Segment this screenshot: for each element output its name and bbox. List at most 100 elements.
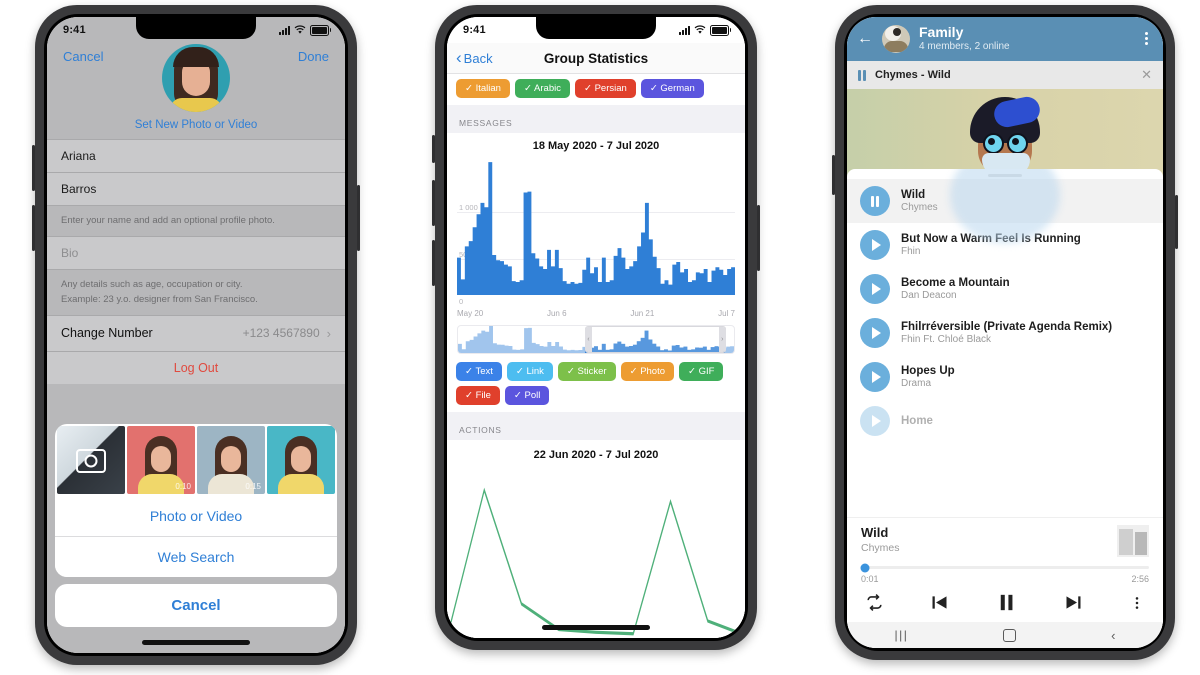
scrubber-handle-left[interactable]: ‹: [584, 327, 592, 352]
previous-track-button[interactable]: [929, 592, 950, 613]
wifi-icon: [294, 25, 306, 34]
power-button[interactable]: [1175, 195, 1178, 249]
type-tag-photo[interactable]: ✓ Photo: [620, 362, 675, 381]
track-artist: Fhin Ft. Chloé Black: [901, 334, 992, 346]
type-tag-link[interactable]: ✓ Link: [506, 362, 553, 381]
seek-knob[interactable]: [860, 563, 870, 572]
pause-button[interactable]: [860, 186, 890, 217]
set-new-photo-button[interactable]: Set New Photo or Video: [135, 119, 258, 131]
avatar-section: Set New Photo or Video: [47, 44, 345, 139]
back-arrow-icon[interactable]: ←: [857, 30, 873, 47]
home-indicator[interactable]: [142, 640, 250, 645]
playlist-panel[interactable]: Wild Chymes But Now a Warm Feel Is Runni…: [847, 169, 1163, 517]
tag-label: Photo: [640, 366, 666, 377]
camera-tile[interactable]: [57, 426, 125, 494]
sheet-cancel-button[interactable]: Cancel: [55, 584, 337, 627]
pause-button[interactable]: [995, 591, 1018, 614]
player-track-text: Wild Chymes: [861, 525, 900, 554]
bio-field[interactable]: Bio: [47, 236, 345, 270]
play-button[interactable]: [860, 362, 890, 393]
volume-up-button[interactable]: [32, 145, 35, 191]
actions-line-chart[interactable]: [447, 461, 745, 638]
chevron-right-icon: ›: [326, 325, 331, 341]
close-icon[interactable]: ✕: [1141, 67, 1152, 83]
phone-device-2: 9:41 ‹ Back Group Statistics ✓ Italian ✓…: [432, 5, 760, 650]
tag-label: German: [660, 83, 695, 94]
web-search-button[interactable]: Web Search: [55, 536, 337, 577]
scrubber-window[interactable]: ‹ ›: [584, 326, 726, 353]
mute-switch[interactable]: [432, 135, 435, 163]
home-icon[interactable]: [1003, 628, 1017, 642]
seek-slider[interactable]: [860, 563, 1149, 572]
photo-or-video-button[interactable]: Photo or Video: [55, 496, 337, 536]
list-item[interactable]: Wild Chymes: [847, 179, 1163, 224]
scrubber-handle-right[interactable]: ›: [718, 327, 726, 352]
avatar[interactable]: [162, 44, 230, 112]
thumb-duration: 0:15: [245, 482, 261, 491]
chart-range-scrubber[interactable]: ‹ ›: [457, 325, 735, 354]
volume-down-button[interactable]: [32, 205, 35, 251]
power-button[interactable]: [357, 185, 360, 251]
language-tag-german[interactable]: ✓ German: [640, 79, 704, 98]
power-button[interactable]: [757, 205, 760, 271]
language-tag-persian[interactable]: ✓ Persian: [574, 79, 636, 98]
back-button[interactable]: ‹ Back: [447, 47, 493, 67]
play-button[interactable]: [860, 230, 890, 261]
home-indicator[interactable]: [542, 625, 650, 630]
type-tag-gif[interactable]: ✓ GIF: [679, 362, 724, 381]
play-button[interactable]: [860, 274, 890, 305]
play-button[interactable]: [860, 406, 890, 437]
next-track-button[interactable]: [1063, 592, 1084, 613]
messages-bar-chart[interactable]: 1 000 500 0: [457, 156, 735, 306]
language-tag-italian[interactable]: ✓ Italian: [456, 79, 510, 98]
change-number-row[interactable]: Change Number +123 4567890 ›: [47, 314, 345, 351]
track-title: Home: [901, 415, 933, 428]
volume-up-button[interactable]: [432, 180, 435, 226]
bio-hint-line-2: Example: 23 y.o. designer from San Franc…: [61, 293, 258, 305]
volume-down-button[interactable]: [432, 240, 435, 286]
language-tag-arabic[interactable]: ✓ Arabic: [514, 79, 570, 98]
change-number-label: Change Number: [61, 326, 153, 341]
chat-header-text: Family 4 members, 2 online: [919, 24, 1130, 53]
list-item[interactable]: Hopes Up Drama: [847, 355, 1163, 399]
photo-thumbnail-3[interactable]: [267, 426, 335, 494]
type-tag-text[interactable]: ✓ Text: [456, 362, 502, 381]
drag-handle[interactable]: [988, 174, 1022, 178]
screenshot-stage: 9:41 Cancel Done Set New Photo or Video …: [0, 0, 1200, 675]
photo-thumbnail-strip[interactable]: 0:10 0:15: [55, 424, 337, 496]
tag-label: File: [475, 390, 491, 401]
photo-thumbnail-1[interactable]: 0:10: [127, 426, 195, 494]
chat-subtitle: 4 members, 2 online: [919, 41, 1010, 53]
time-labels: 0:01 2:56: [861, 574, 1149, 584]
track-artist: Fhin: [901, 246, 921, 258]
photo-thumbnail-2[interactable]: 0:15: [197, 426, 265, 494]
chevron-left-icon: ‹: [456, 47, 462, 67]
group-avatar[interactable]: [882, 24, 910, 53]
pause-icon[interactable]: [858, 69, 866, 81]
recents-icon[interactable]: |||: [894, 628, 908, 642]
now-playing-label: Chymes - Wild: [875, 69, 951, 82]
tag-label: Persian: [594, 83, 627, 94]
track-title: Hopes Up: [901, 365, 955, 378]
last-name-field[interactable]: Barros: [47, 172, 345, 205]
back-icon[interactable]: ‹: [1111, 628, 1115, 643]
now-playing-bar[interactable]: Chymes - Wild ✕: [847, 61, 1163, 90]
repeat-icon[interactable]: [865, 593, 884, 612]
list-item[interactable]: Fhilrréversible (Private Agenda Remix) F…: [847, 311, 1163, 355]
actions-section-header: ACTIONS: [447, 412, 745, 440]
list-item[interactable]: Become a Mountain Dan Deacon: [847, 267, 1163, 311]
type-tag-sticker[interactable]: ✓ Sticker: [557, 362, 616, 381]
log-out-button[interactable]: Log Out: [47, 350, 345, 384]
type-tag-file[interactable]: ✓ File: [456, 386, 500, 405]
type-tag-poll[interactable]: ✓ Poll: [504, 386, 550, 405]
list-item[interactable]: Home: [847, 399, 1163, 443]
list-item[interactable]: But Now a Warm Feel Is Running Fhin: [847, 223, 1163, 267]
name-hint-text: Enter your name and add an optional prof…: [47, 205, 345, 237]
chat-title: Family: [919, 24, 964, 40]
play-button[interactable]: [860, 318, 890, 349]
first-name-field[interactable]: Ariana: [47, 139, 345, 172]
more-options-icon[interactable]: [1139, 30, 1153, 47]
album-art: [1117, 525, 1149, 557]
more-options-icon[interactable]: [1129, 595, 1145, 611]
volume-button[interactable]: [832, 155, 835, 195]
